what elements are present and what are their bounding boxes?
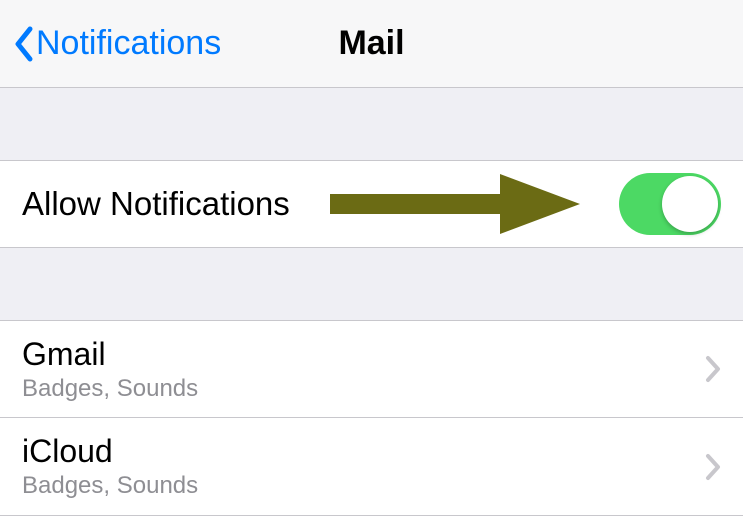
chevron-right-icon — [705, 453, 721, 481]
back-label: Notifications — [36, 24, 221, 63]
section-gap — [0, 88, 743, 160]
chevron-left-icon — [12, 26, 34, 62]
nav-bar: Notifications Mail — [0, 0, 743, 88]
allow-notifications-toggle[interactable] — [619, 173, 721, 235]
account-row-icloud[interactable]: iCloud Badges, Sounds — [0, 418, 743, 516]
account-subtitle: Badges, Sounds — [22, 375, 198, 403]
section-gap — [0, 248, 743, 320]
chevron-right-icon — [705, 355, 721, 383]
allow-notifications-row: Allow Notifications — [0, 160, 743, 248]
annotation-arrow-icon — [330, 169, 580, 239]
account-title: iCloud — [22, 433, 198, 470]
page-title: Mail — [338, 24, 404, 63]
account-subtitle: Badges, Sounds — [22, 472, 198, 500]
account-title: Gmail — [22, 336, 198, 373]
allow-notifications-label: Allow Notifications — [22, 185, 290, 223]
account-row-text: iCloud Badges, Sounds — [22, 433, 198, 499]
toggle-knob — [662, 176, 718, 232]
account-row-gmail[interactable]: Gmail Badges, Sounds — [0, 320, 743, 418]
account-row-text: Gmail Badges, Sounds — [22, 336, 198, 402]
back-button[interactable]: Notifications — [12, 24, 221, 63]
accounts-list: Gmail Badges, Sounds iCloud Badges, Soun… — [0, 320, 743, 516]
